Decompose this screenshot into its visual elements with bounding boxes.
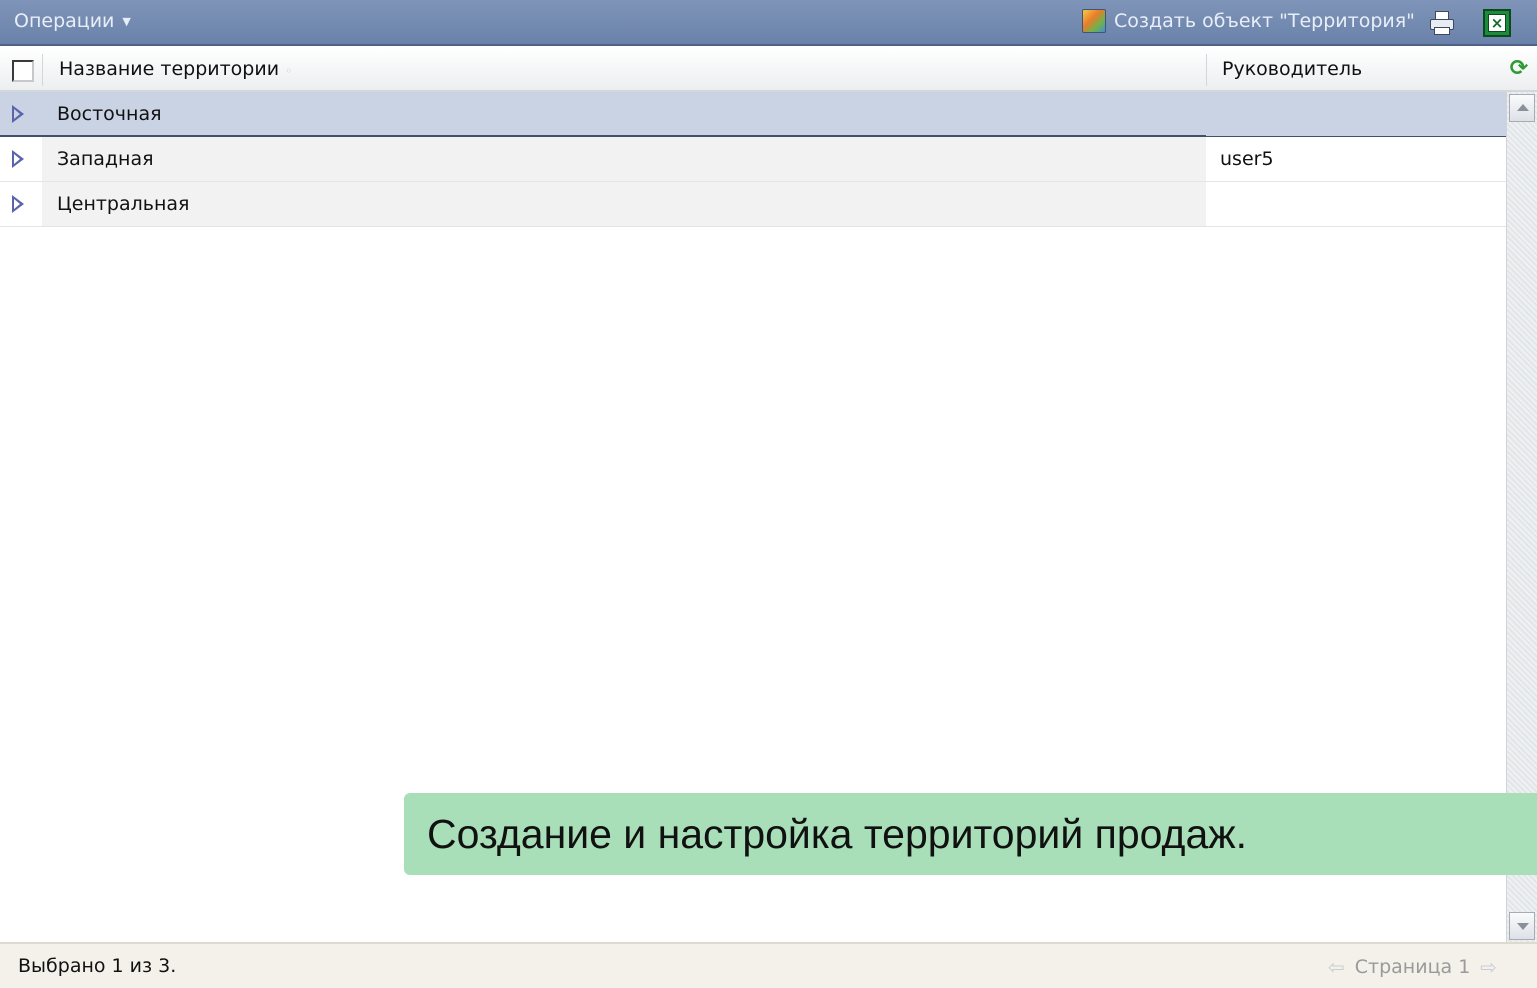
expand-arrow-icon	[12, 195, 24, 213]
grid-header: Название территории ◦ Руководитель ⟳	[0, 48, 1537, 92]
expand-arrow-icon	[12, 105, 24, 123]
caption-banner: Создание и настройка территорий продаж.	[404, 793, 1537, 875]
territory-name-cell: Центральная	[42, 182, 1206, 226]
grid-body: Восточная Западная user5 Центральная	[0, 92, 1506, 227]
refresh-icon[interactable]: ⟳	[1508, 57, 1530, 81]
column-header-territory-name-label: Название территории	[59, 58, 280, 80]
page-label: Страница 1	[1354, 956, 1471, 978]
expand-cell[interactable]	[0, 182, 42, 226]
sort-indicator-icon: ◦	[285, 64, 293, 78]
column-header-manager[interactable]: Руководитель	[1222, 58, 1362, 80]
expand-cell[interactable]	[0, 92, 42, 136]
scroll-up-button[interactable]	[1509, 94, 1535, 122]
create-territory-button[interactable]: Создать объект "Территория"	[1082, 9, 1415, 33]
table-row[interactable]: Восточная	[0, 92, 1506, 137]
create-territory-icon	[1082, 9, 1106, 33]
expand-arrow-icon	[12, 150, 24, 168]
print-button[interactable]	[1428, 10, 1456, 36]
toolbar: Операции ▼ Создать объект "Территория" ×	[0, 0, 1537, 46]
manager-cell: user5	[1206, 137, 1506, 181]
territory-name-cell: Восточная	[57, 103, 162, 125]
pager: ⇦ Страница 1 ⇨	[1328, 955, 1497, 979]
column-divider	[1206, 54, 1207, 86]
select-all-checkbox[interactable]	[12, 60, 34, 82]
export-excel-button[interactable]: ×	[1483, 9, 1511, 37]
caret-down-icon: ▼	[122, 14, 131, 28]
operations-label: Операции	[14, 10, 115, 32]
scroll-down-button[interactable]	[1509, 912, 1535, 940]
excel-icon: ×	[1488, 14, 1506, 32]
table-row[interactable]: Центральная	[0, 182, 1506, 227]
column-header-territory-name[interactable]: Название территории ◦	[59, 58, 292, 80]
column-divider	[42, 54, 43, 86]
prev-page-arrow-icon[interactable]: ⇦	[1328, 955, 1345, 979]
status-bar: Выбрано 1 из 3. ⇦ Страница 1 ⇨	[0, 942, 1537, 988]
expand-cell[interactable]	[0, 137, 42, 181]
create-territory-label: Создать объект "Территория"	[1114, 10, 1415, 32]
manager-cell	[1206, 92, 1506, 136]
arrow-up-icon	[1517, 104, 1529, 111]
territory-name-cell: Западная	[42, 137, 1206, 181]
arrow-down-icon	[1517, 923, 1529, 930]
table-row[interactable]: Западная user5	[0, 137, 1506, 182]
selection-count: Выбрано 1 из 3.	[18, 955, 177, 977]
operations-menu[interactable]: Операции ▼	[14, 10, 131, 32]
manager-cell	[1206, 182, 1506, 226]
next-page-arrow-icon[interactable]: ⇨	[1480, 955, 1497, 979]
